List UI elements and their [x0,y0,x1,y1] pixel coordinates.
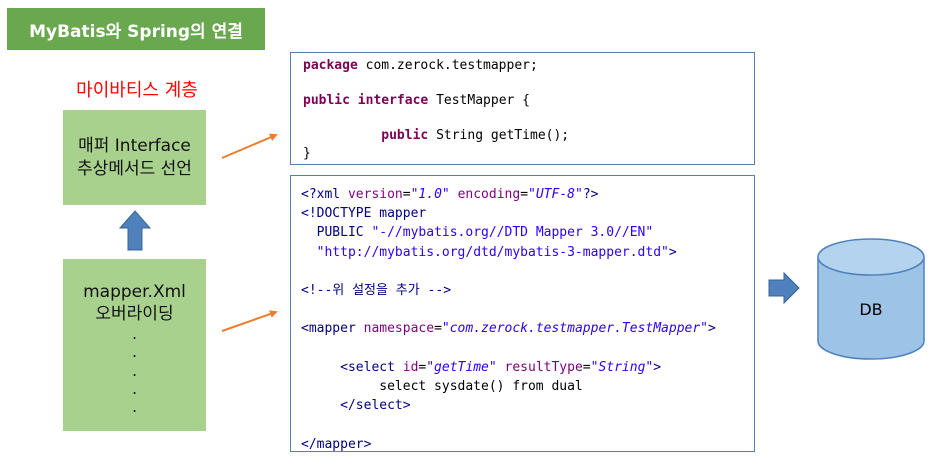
xml-space [450,187,458,202]
xml-attr: version [347,187,403,202]
xml-attr: id [402,359,419,375]
xml-eq: = [434,321,442,337]
xml-attr: resultType [504,359,583,375]
up-arrow-icon [118,210,152,251]
overriding-label: 오버라이딩 [95,304,174,325]
diagram-title: MyBatis와 Spring의 연결 [7,8,265,50]
dot: . [131,360,138,380]
mapper-interface-box: 매퍼 Interface 추상메서드 선언 [63,110,206,205]
code-line: <!DOCTYPE mapper [301,206,427,222]
abstract-method-label: 추상메서드 선언 [77,158,192,179]
keyword: public [381,128,429,144]
database-label: DB [859,300,883,319]
xml-eq: = [520,187,529,202]
code-line: <mapper namespace="com.zerock.testmapper… [301,319,754,338]
xml-value: "1.0" [410,187,450,202]
code-line: public interface TestMapper { [303,92,754,110]
xml-value: "-//mybatis.org//DTD Mapper 3.0//EN" [371,225,654,241]
xml-attr: encoding [457,187,521,202]
code-text: String getTime(); [428,128,570,144]
xml-punct: <?xml [301,187,348,202]
orange-arrow-to-xml [221,310,278,332]
xml-value: "UTF-8" [528,187,583,202]
java-interface-code: package com.zerock.testmapper; public in… [290,52,755,165]
code-line: <!--위 설정을 추가 --> [301,283,452,299]
code-line: } [303,145,311,161]
keyword: interface [357,93,429,109]
xml-punct: ?> [582,187,599,202]
xml-eq: = [582,359,591,375]
xml-keyword: PUBLIC [301,225,372,241]
code-line: <?xml version="1.0" encoding="UTF-8"?> [301,185,754,204]
code-line: </mapper> [301,436,372,452]
code-line: public String getTime(); [303,127,754,145]
keyword: package [303,58,358,73]
xml-value: "getTime" [426,359,497,375]
code-line: <select id="getTime" resultType="String"… [301,358,754,377]
database-icon [817,238,925,360]
ellipsis-dots: . . . . . [131,324,138,417]
dot: . [131,324,138,344]
code-line: select sysdate() from dual [301,379,583,395]
database-cylinder: DB [817,238,925,360]
xml-value: "com.zerock.testmapper.TestMapper" [441,321,709,337]
mapper-interface-label: 매퍼 Interface [78,136,191,157]
xml-tag: <select [301,359,403,375]
xml-attr: namespace [363,321,435,337]
xml-eq: = [402,187,411,202]
keyword: public [303,93,350,109]
xml-punct: > [708,321,716,337]
mapper-xml-code: <?xml version="1.0" encoding="UTF-8"?> <!… [290,175,755,452]
mapper-xml-box: mapper.Xml 오버라이딩 . . . . . [63,259,206,431]
code-line: "http://mybatis.org/dtd/mybatis-3-mapper… [301,243,754,262]
right-arrow-icon [768,271,800,305]
mybatis-layer-label: 마이바티스 계층 [76,80,198,101]
dot: . [131,397,138,417]
code-text: TestMapper { [428,93,530,109]
xml-punct: > [668,244,677,260]
xml-space [497,360,505,375]
code-line: PUBLIC "-//mybatis.org//DTD Mapper 3.0//… [301,223,754,242]
orange-arrow-to-java [221,133,278,159]
xml-punct: > [653,359,662,375]
xml-value: "String" [590,359,654,375]
code-line: package com.zerock.testmapper; [303,57,754,75]
mapper-xml-label: mapper.Xml [83,282,186,302]
xml-value: "http://mybatis.org/dtd/mybatis-3-mapper… [316,244,669,260]
dot: . [131,378,138,398]
xml-tag: <mapper [301,321,364,337]
dot: . [131,342,138,362]
code-text: com.zerock.testmapper; [357,58,538,73]
code-line: </select> [301,398,411,414]
